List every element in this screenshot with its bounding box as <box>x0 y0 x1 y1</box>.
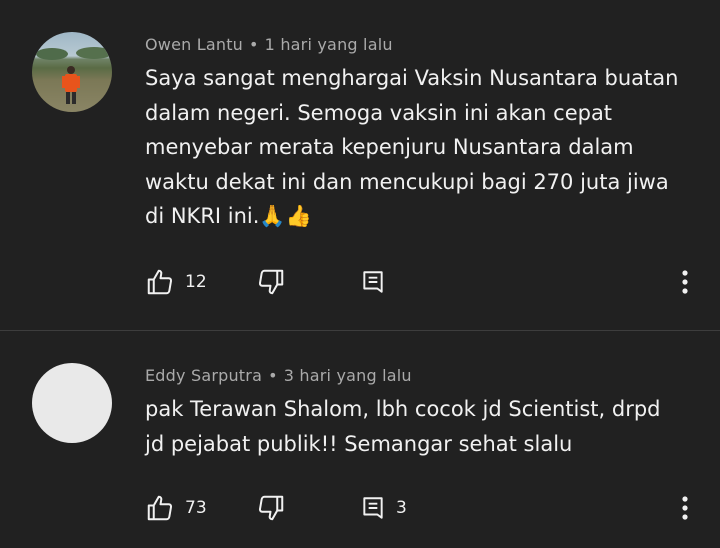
more-vertical-icon <box>682 270 688 294</box>
more-vertical-icon <box>682 496 688 520</box>
reply-icon <box>363 497 383 519</box>
comment-actions: 73 3 <box>0 488 720 528</box>
thumb-down-icon <box>258 269 284 295</box>
comment-thread-1: Owen Lantu • 1 hari yang lalu Saya sangat … <box>0 0 720 330</box>
comment-time[interactable]: 1 hari yang lalu <box>265 35 393 54</box>
reply-count: 3 <box>396 498 407 518</box>
like-button[interactable]: 12 <box>145 262 207 302</box>
author-name[interactable]: Eddy Sarputra <box>145 366 262 385</box>
avatar[interactable] <box>32 32 112 112</box>
thumb-down-icon <box>258 495 284 521</box>
thumb-up-icon <box>147 269 173 295</box>
comment-time[interactable]: 3 hari yang lalu <box>284 366 412 385</box>
comment-text: Saya sangat menghargai Vaksin Nusantara … <box>145 66 679 228</box>
meta-separator: • <box>268 366 278 385</box>
comment-actions: 12 <box>0 262 720 302</box>
more-options-button[interactable] <box>670 488 700 528</box>
reply-button[interactable]: 3 <box>360 488 407 528</box>
comment-text: pak Terawan Shalom, lbh cocok jd Scienti… <box>145 397 661 456</box>
like-button[interactable]: 73 <box>145 488 207 528</box>
comment-thread-2: Eddy Sarputra • 3 hari yang lalu pak Teraw… <box>0 331 720 548</box>
comment-meta: Eddy Sarputra • 3 hari yang lalu <box>145 366 412 385</box>
dislike-button[interactable] <box>256 262 286 302</box>
dislike-button[interactable] <box>256 488 286 528</box>
avatar[interactable] <box>32 363 112 443</box>
like-count: 12 <box>185 272 207 292</box>
avatar-photo <box>32 32 112 112</box>
comment-meta: Owen Lantu • 1 hari yang lalu <box>145 35 393 54</box>
person-figure-icon <box>36 47 112 104</box>
reply-button[interactable] <box>360 262 396 302</box>
reply-icon <box>363 271 383 293</box>
thumb-up-icon <box>147 495 173 521</box>
more-options-button[interactable] <box>670 262 700 302</box>
like-count: 73 <box>185 498 207 518</box>
meta-separator: • <box>249 35 259 54</box>
author-name[interactable]: Owen Lantu <box>145 35 243 54</box>
